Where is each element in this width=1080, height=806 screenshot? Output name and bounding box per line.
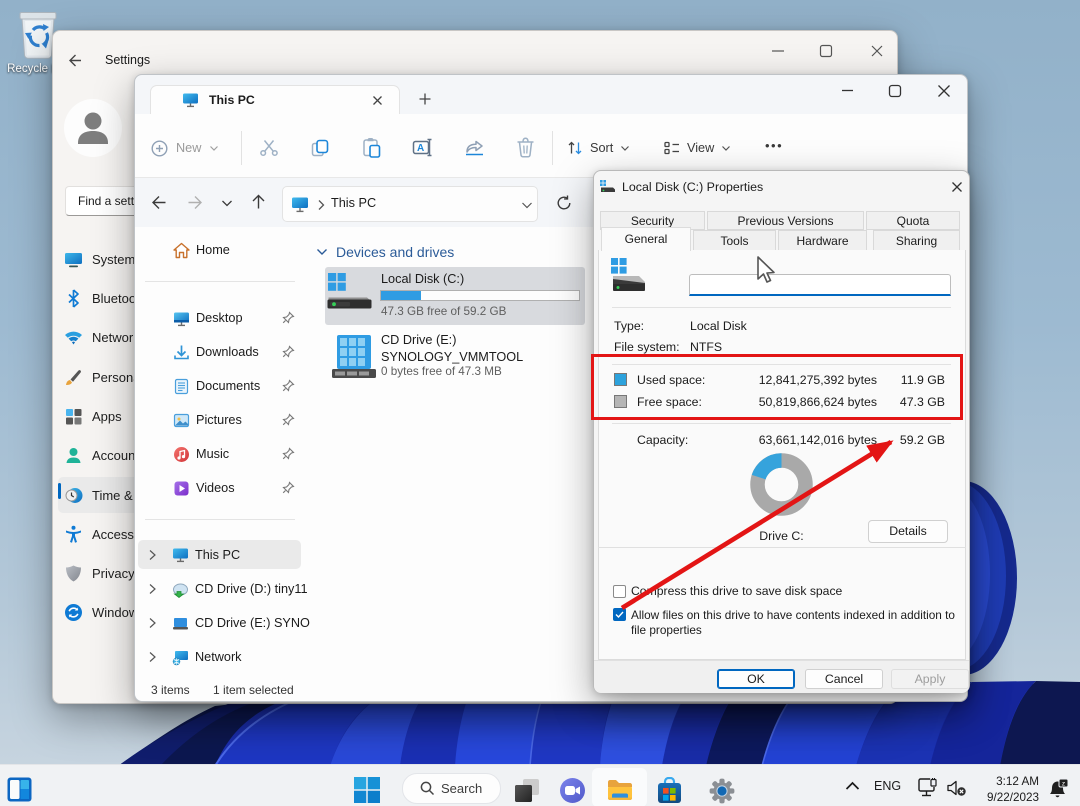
svg-text:z: z: [1062, 781, 1065, 788]
